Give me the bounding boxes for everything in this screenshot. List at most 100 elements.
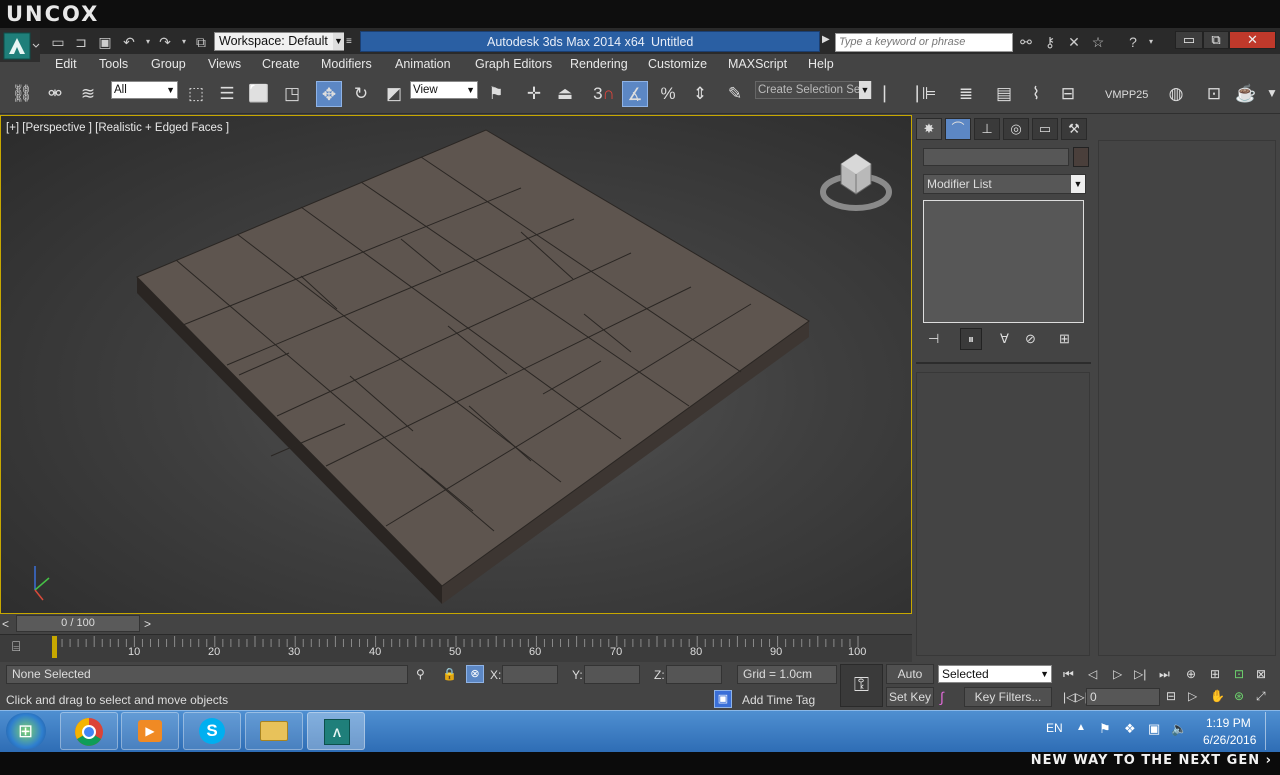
motion-tab-icon[interactable]: ◎	[1003, 118, 1029, 140]
menu-graph-editors[interactable]: Graph Editors	[475, 57, 552, 71]
zoom-extents-all-icon[interactable]: ⊠	[1256, 667, 1266, 681]
modifier-list-dropdown[interactable]: Modifier List ▼	[923, 174, 1086, 194]
new-file-icon[interactable]: ▭	[48, 33, 68, 51]
configure-modifier-sets-icon[interactable]: ⊞	[1059, 331, 1070, 347]
percent-snap-icon[interactable]: %	[655, 81, 681, 107]
select-by-name-icon[interactable]: ☰	[214, 81, 240, 107]
link-icon[interactable]: ⛓	[9, 81, 35, 107]
zoom-extents-icon[interactable]: ⊡	[1234, 667, 1244, 681]
key-mode-dropdown[interactable]: Selected ▼	[938, 665, 1052, 683]
go-to-start-icon[interactable]: ⏮	[1063, 667, 1074, 682]
redo-icon[interactable]: ↷	[155, 33, 175, 51]
subscription-key-icon[interactable]: ⚷	[1040, 33, 1060, 51]
previous-frame-icon[interactable]: ◁	[1088, 667, 1097, 681]
render-setup-icon[interactable]: ⊡	[1201, 81, 1227, 107]
action-center-icon[interactable]: ⚑	[1099, 721, 1111, 737]
menu-views[interactable]: Views	[208, 57, 241, 71]
rectangular-selection-icon[interactable]: ⬜	[246, 81, 272, 107]
zoom-all-icon[interactable]: ⊞	[1210, 667, 1220, 681]
restore-button[interactable]: ⧉	[1203, 31, 1229, 49]
undo-icon[interactable]: ↶	[119, 33, 139, 51]
play-icon[interactable]: ▷	[1113, 667, 1122, 681]
workspace-options-icon[interactable]: ≡	[346, 33, 358, 50]
show-desktop-button[interactable]	[1265, 712, 1279, 750]
select-and-rotate-icon[interactable]: ↻	[348, 81, 374, 107]
auto-key-button[interactable]: Auto Key	[886, 664, 934, 699]
hierarchy-tab-icon[interactable]: ⊥	[974, 118, 1000, 140]
menu-customize[interactable]: Customize	[648, 57, 707, 71]
add-time-tag[interactable]: Add Time Tag	[742, 693, 815, 707]
taskbar-media-player[interactable]: ▶	[121, 712, 179, 750]
edit-named-selection-icon[interactable]: ✎	[722, 81, 748, 107]
menu-rendering[interactable]: Rendering	[570, 57, 628, 71]
start-button[interactable]: ⊞	[6, 713, 46, 749]
help-icon[interactable]: ?	[1123, 33, 1143, 51]
selection-filter-dropdown[interactable]: All ▼	[111, 81, 178, 99]
unlink-icon[interactable]: ⚮	[42, 81, 68, 107]
set-key-button[interactable]: Set Key	[886, 687, 934, 707]
menu-create[interactable]: Create	[262, 57, 300, 71]
named-selection-sets-dropdown[interactable]: Create Selection Se ▼	[755, 81, 872, 99]
select-manipulate-icon[interactable]: ✛	[521, 81, 547, 107]
zoom-region-icon[interactable]: ⊟	[1166, 689, 1176, 703]
taskbar-3dsmax[interactable]: Λ	[307, 712, 365, 750]
time-slider-next[interactable]: >	[144, 617, 151, 631]
object-name-field[interactable]	[923, 148, 1069, 166]
perspective-viewport[interactable]: [+] [Perspective ] [Realistic + Edged Fa…	[0, 115, 912, 614]
spinner-snap-icon[interactable]: ⇕	[687, 81, 713, 107]
tray-app-icon[interactable]: ❖	[1124, 721, 1136, 737]
snaps-toggle[interactable]: 3∩	[591, 81, 617, 107]
network-icon[interactable]: ▣	[1148, 721, 1160, 737]
menu-maxscript[interactable]: MAXScript	[728, 57, 787, 71]
select-and-scale-icon[interactable]: ◩	[381, 81, 407, 107]
open-file-icon[interactable]: ⊐	[71, 33, 91, 51]
object-color-swatch[interactable]	[1073, 147, 1089, 167]
key-filters-button[interactable]: Key Filters...	[964, 687, 1052, 707]
taskbar-skype[interactable]: S	[183, 712, 241, 750]
app-menu-button[interactable]	[0, 30, 40, 62]
modifier-stack[interactable]	[923, 200, 1084, 323]
angle-snap-icon[interactable]: ∡	[622, 81, 648, 107]
curve-editor-icon[interactable]: ⌇	[1023, 81, 1049, 107]
pin-stack-icon[interactable]: ⊣	[928, 331, 939, 347]
show-end-result-icon[interactable]: ⏸	[960, 328, 982, 350]
modify-tab-icon[interactable]: ⌒	[945, 118, 971, 140]
clock-date[interactable]: 6/26/2016	[1203, 733, 1256, 747]
isolate-selection-icon[interactable]: ⚲	[416, 667, 425, 681]
orbit-icon[interactable]: ⊛	[1234, 689, 1244, 703]
current-frame-marker[interactable]	[52, 636, 57, 658]
x-coordinate-field[interactable]	[502, 665, 558, 684]
volume-icon[interactable]: 🔈	[1171, 721, 1187, 737]
search-input[interactable]: Type a keyword or phrase	[835, 33, 1013, 52]
material-editor-icon[interactable]: ◍	[1163, 81, 1189, 107]
floor-tile-mesh[interactable]	[1, 116, 911, 613]
time-slider-prev[interactable]: <	[2, 617, 9, 631]
vmpp-label[interactable]: VMPP25	[1105, 89, 1148, 101]
set-keys-key-icon[interactable]: ⚿	[840, 664, 883, 707]
y-coordinate-field[interactable]	[584, 665, 640, 684]
zoom-icon[interactable]: ⊕	[1186, 667, 1196, 681]
go-to-end-icon[interactable]: ⏭	[1159, 667, 1170, 682]
menu-edit[interactable]: Edit	[55, 57, 77, 71]
help-dropdown-icon[interactable]: ▾	[1141, 33, 1161, 51]
schematic-view-icon[interactable]: ⊟	[1055, 81, 1081, 107]
project-folder-icon[interactable]: ⧉	[191, 33, 211, 51]
curve-editor-mini-icon[interactable]: ⌸	[12, 638, 20, 655]
scene-explorer-icon[interactable]: ▤	[991, 81, 1017, 107]
reference-coordinate-dropdown[interactable]: View ▼	[410, 81, 478, 99]
render-frame-icon[interactable]: ☕	[1233, 81, 1259, 107]
bind-space-warp-icon[interactable]: ≋	[75, 81, 101, 107]
taskbar-explorer[interactable]	[245, 712, 303, 750]
default-in-out-tangent-icon[interactable]: ∫	[940, 689, 944, 705]
minimize-button[interactable]: ▭	[1175, 31, 1203, 49]
clock-time[interactable]: 1:19 PM	[1206, 716, 1251, 730]
current-frame-field[interactable]: 0	[1086, 688, 1160, 706]
absolute-mode-icon[interactable]: ⊗	[466, 665, 484, 683]
pivot-center-icon[interactable]: ⚑	[483, 81, 509, 107]
align-icon[interactable]: ⊫	[916, 81, 942, 107]
binoculars-icon[interactable]: ⚯	[1016, 33, 1036, 51]
create-tab-icon[interactable]: ✸	[916, 118, 942, 140]
workspace-dropdown[interactable]: Workspace: Default	[214, 32, 344, 51]
menu-tools[interactable]: Tools	[99, 57, 128, 71]
language-indicator[interactable]: EN	[1046, 721, 1063, 735]
